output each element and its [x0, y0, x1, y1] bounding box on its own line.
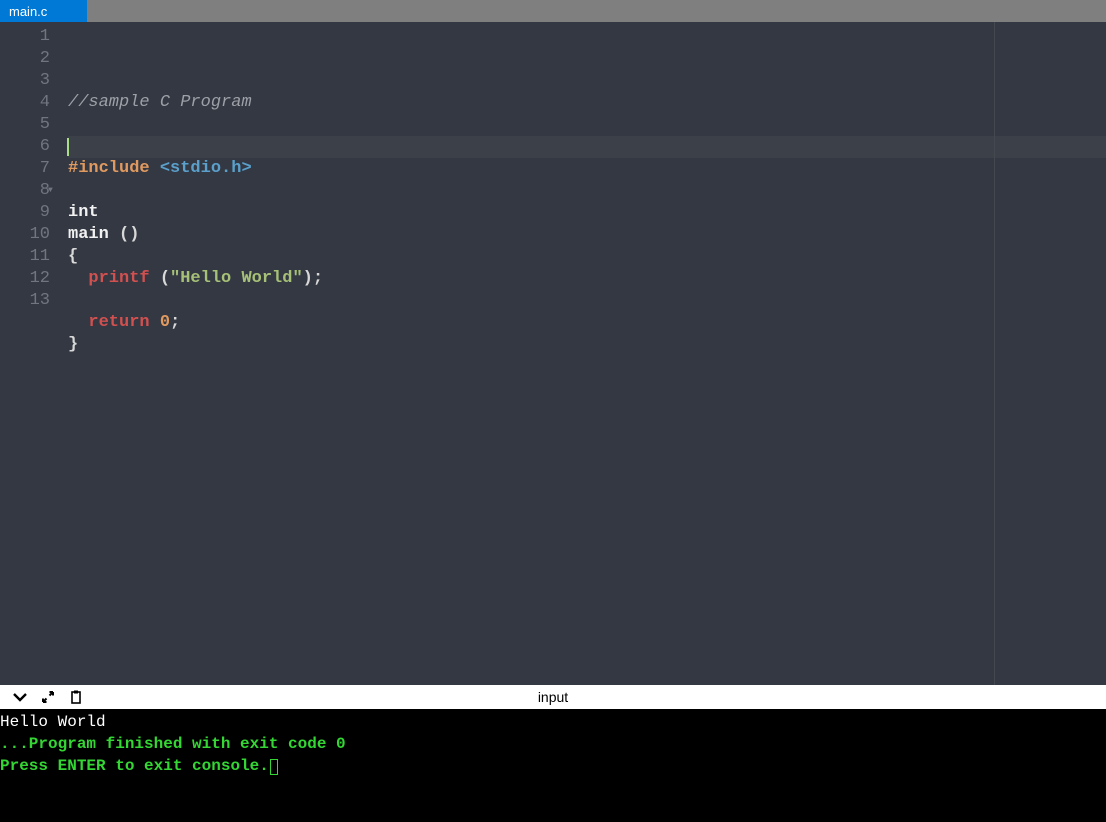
code-token: ;	[170, 313, 180, 332]
code-line[interactable]	[68, 136, 1106, 158]
print-margin	[994, 22, 995, 685]
console-line: Hello World	[0, 711, 1106, 733]
code-line[interactable]	[68, 356, 1106, 378]
expand-panel-button[interactable]	[34, 687, 62, 707]
console-toolbar: input	[0, 685, 1106, 709]
code-token: #include	[68, 159, 160, 178]
code-line[interactable]: printf ("Hello World");	[68, 268, 1106, 290]
code-line[interactable]: return 0;	[68, 312, 1106, 334]
code-token: int	[68, 203, 99, 222]
code-line[interactable]	[68, 290, 1106, 312]
line-number: 12	[4, 268, 50, 290]
code-line[interactable]: int	[68, 202, 1106, 224]
code-token: main	[68, 225, 119, 244]
code-line[interactable]: #include <stdio.h>	[68, 158, 1106, 180]
fold-marker-icon[interactable]: ▼	[48, 180, 53, 202]
line-number-gutter: 12345678910111213	[0, 22, 58, 685]
line-number: 11	[4, 246, 50, 268]
expand-icon	[40, 689, 56, 705]
line-number: 1	[4, 26, 50, 48]
code-editor[interactable]: 12345678910111213 //sample C Program#inc…	[0, 22, 1106, 685]
text-cursor	[67, 138, 69, 156]
line-number: 2	[4, 48, 50, 70]
code-line[interactable]: //sample C Program	[68, 92, 1106, 114]
code-token: }	[68, 335, 78, 354]
code-token: return	[88, 313, 159, 332]
line-number: 8	[4, 180, 50, 202]
line-number: 3	[4, 70, 50, 92]
console-line: ...Program finished with exit code 0	[0, 733, 1106, 755]
console-line: Press ENTER to exit console.	[0, 755, 1106, 777]
line-number: 13	[4, 290, 50, 312]
code-token: 0	[160, 313, 170, 332]
code-token: );	[303, 269, 323, 288]
copy-output-button[interactable]	[62, 687, 90, 707]
line-number: 7	[4, 158, 50, 180]
line-number: 6	[4, 136, 50, 158]
input-section-label: input	[538, 689, 568, 705]
code-area[interactable]: //sample C Program #include <stdio.h> int m…	[58, 22, 1106, 685]
line-number: 9	[4, 202, 50, 224]
file-tab-main-c[interactable]: main.c	[0, 0, 87, 22]
console-cursor	[270, 759, 278, 775]
chevron-down-icon	[12, 689, 28, 705]
code-token	[68, 269, 88, 288]
file-tab-label: main.c	[9, 4, 47, 19]
console-output[interactable]: Hello World...Program finished with exit…	[0, 709, 1106, 822]
code-line[interactable]: main ()	[68, 224, 1106, 246]
code-line[interactable]: {	[68, 246, 1106, 268]
code-token: (	[160, 269, 170, 288]
code-token: printf	[88, 269, 159, 288]
code-token	[68, 313, 88, 332]
code-token: {	[68, 247, 78, 266]
code-token: //sample C Program	[68, 93, 252, 112]
code-token: ()	[119, 225, 139, 244]
code-line[interactable]: }	[68, 334, 1106, 356]
code-token: <stdio.h>	[160, 159, 252, 178]
collapse-panel-button[interactable]	[6, 687, 34, 707]
line-number: 4	[4, 92, 50, 114]
line-number: 5	[4, 114, 50, 136]
code-token: "Hello World"	[170, 269, 303, 288]
clipboard-icon	[68, 689, 84, 705]
code-line[interactable]	[68, 114, 1106, 136]
code-line[interactable]	[68, 180, 1106, 202]
line-number: 10	[4, 224, 50, 246]
tab-bar: main.c	[0, 0, 1106, 22]
